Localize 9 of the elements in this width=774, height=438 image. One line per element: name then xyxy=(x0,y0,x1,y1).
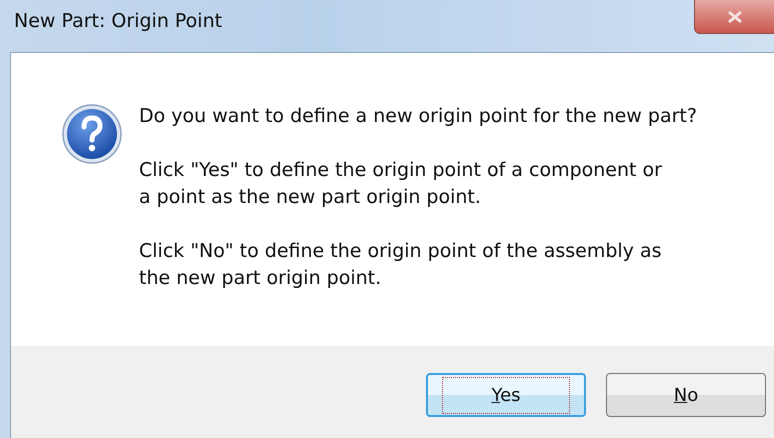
question-text: Do you want to define a new origin point for the new part? xyxy=(139,104,697,129)
message-paragraph: Click "No" to define the origin point of the assembly as the new part origin point. xyxy=(139,239,662,291)
window-title: New Part: Origin Point xyxy=(14,10,222,32)
close-button[interactable] xyxy=(694,0,774,34)
dialog-button[interactable]: Yes xyxy=(426,373,586,417)
message-paragraph: Click "Yes" to define the origin point of a component or a point as the new part origin point. xyxy=(139,158,663,210)
question-icon xyxy=(61,103,123,165)
dialog-button[interactable]: No xyxy=(606,373,766,417)
close-icon xyxy=(726,10,742,22)
